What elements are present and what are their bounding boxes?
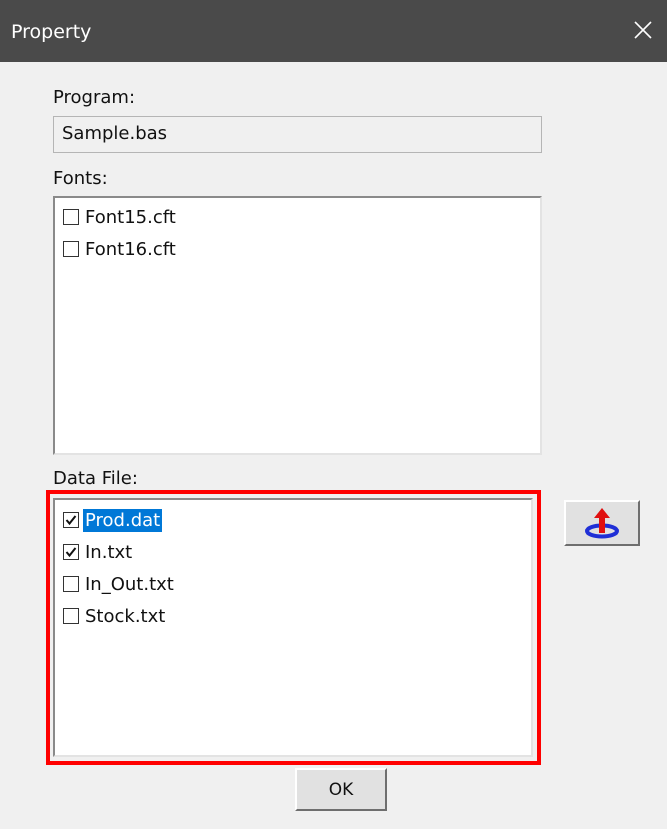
prod-checkbox[interactable] [63,512,79,528]
data-item-in[interactable]: In.txt [63,538,134,566]
in-out-checkbox[interactable] [63,576,79,592]
checkmark-icon [65,547,77,558]
data-item-label: In.txt [85,541,133,563]
data-file-label: Data File: [53,468,138,489]
data-item-prod[interactable]: Prod.dat [63,506,163,534]
title-bar: Property [0,0,667,62]
font-item-label: Font16.cft [85,238,176,260]
data-item-label: Prod.dat [83,508,163,532]
font16-checkbox[interactable] [63,241,79,257]
stock-checkbox[interactable] [63,608,79,624]
checkmark-icon [65,515,77,526]
program-field: Sample.bas [53,116,542,153]
close-button[interactable] [627,14,659,46]
upload-button[interactable] [564,500,640,546]
upload-icon [585,508,619,539]
program-label: Program: [53,87,136,108]
fonts-listbox[interactable]: Font15.cft Font16.cft [53,196,542,455]
data-item-stock[interactable]: Stock.txt [63,602,167,630]
font-item-label: Font15.cft [85,206,176,228]
font-item-font15[interactable]: Font15.cft [63,203,178,231]
fonts-label: Fonts: [53,168,108,189]
data-file-listbox[interactable]: Prod.dat In.txt In_Out.txt Stock.txt [53,498,533,757]
data-item-label: In_Out.txt [85,573,174,595]
data-item-in-out[interactable]: In_Out.txt [63,570,176,598]
font-item-font16[interactable]: Font16.cft [63,235,178,263]
font15-checkbox[interactable] [63,209,79,225]
close-icon [634,21,652,39]
data-item-label: Stock.txt [85,605,166,627]
ok-button[interactable]: OK [295,768,387,811]
in-checkbox[interactable] [63,544,79,560]
window-title: Property [11,21,92,43]
